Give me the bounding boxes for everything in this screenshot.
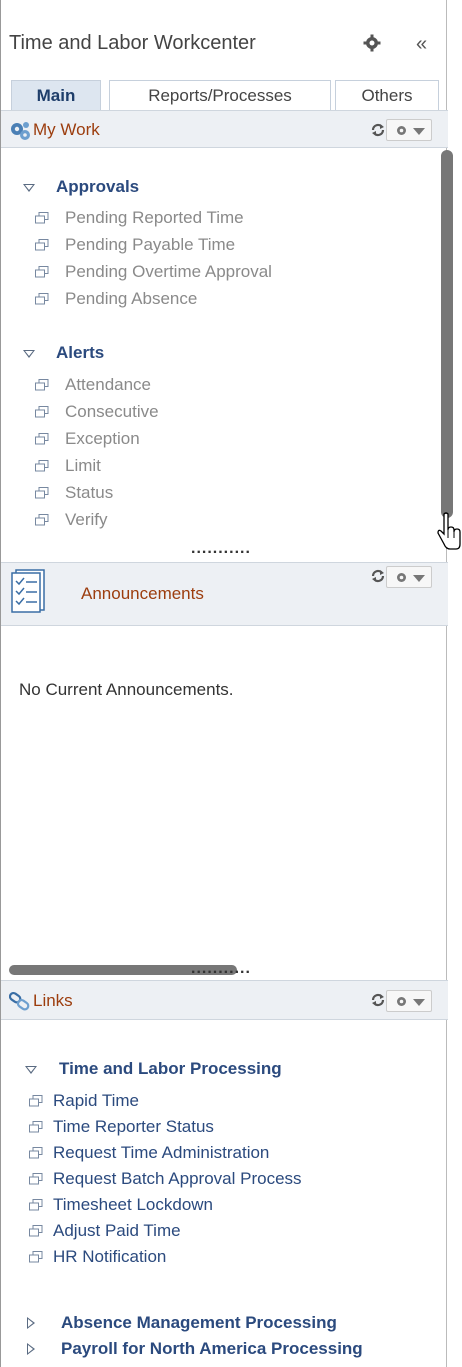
link-window-icon — [35, 212, 49, 224]
expand-triangle-icon[interactable] — [25, 1066, 37, 1074]
refresh-icon[interactable] — [371, 123, 385, 137]
link-window-icon — [35, 406, 49, 418]
gear-icon — [397, 573, 406, 582]
link-window-icon — [29, 1199, 43, 1211]
links-title: Links — [33, 991, 73, 1010]
my-work-title: My Work — [33, 120, 100, 139]
link-window-icon — [35, 266, 49, 278]
link-window-icon — [35, 487, 49, 499]
no-announcements-text: No Current Announcements. — [19, 680, 234, 699]
collapsed-triangle-icon[interactable] — [27, 1317, 35, 1329]
announcements-options-button[interactable] — [386, 566, 432, 588]
hand-cursor-icon — [437, 512, 461, 550]
expand-triangle-icon[interactable] — [23, 350, 35, 358]
link-window-icon — [29, 1095, 43, 1107]
chevron-down-icon — [413, 999, 425, 1006]
gear-icon[interactable] — [363, 34, 381, 52]
checklist-icon — [11, 569, 45, 613]
tree-group-payroll-for-north-america-processing[interactable]: Payroll for North America Processing — [61, 1339, 363, 1359]
link-window-icon — [29, 1121, 43, 1133]
gear-icon — [397, 126, 406, 135]
link-window-icon — [29, 1225, 43, 1237]
refresh-icon[interactable] — [371, 993, 385, 1007]
link-window-icon — [35, 433, 49, 445]
workcenter-title: Time and Labor Workcenter — [9, 32, 256, 54]
tab-others[interactable]: Others — [335, 80, 439, 110]
collapsed-triangle-icon[interactable] — [27, 1343, 35, 1355]
my-work-pagelet-header: My Work — [1, 110, 448, 148]
announcements-pagelet-header: Announcements — [1, 562, 448, 626]
refresh-icon[interactable] — [371, 569, 385, 583]
workcenter-panel: Time and Labor Workcenter « Main Reports… — [0, 0, 453, 1367]
link-window-icon — [35, 514, 49, 526]
announcements-title: Announcements — [81, 584, 204, 603]
link-window-icon — [29, 1173, 43, 1185]
chain-link-icon — [9, 991, 30, 1011]
gear-icon — [397, 997, 406, 1006]
chevron-down-icon — [413, 575, 425, 582]
link-window-icon — [35, 239, 49, 251]
tree-group-time-and-labor-processing[interactable]: Time and Labor Processing — [59, 1059, 282, 1079]
links-pagelet-header: Links — [1, 980, 448, 1020]
links-options-button[interactable] — [386, 990, 432, 1012]
tree-group-absence-management-processing[interactable]: Absence Management Processing — [61, 1313, 337, 1333]
workcenter-header: Time and Labor Workcenter « — [1, 0, 448, 86]
link-window-icon — [29, 1251, 43, 1263]
link-window-icon — [35, 460, 49, 472]
link-window-icon — [35, 379, 49, 391]
tree-group-approvals[interactable]: Approvals — [56, 177, 139, 197]
link-window-icon — [35, 293, 49, 305]
expand-triangle-icon[interactable] — [23, 184, 35, 192]
tab-main[interactable]: Main — [11, 80, 101, 110]
resize-handle[interactable]: ........... — [191, 960, 251, 978]
chevron-down-icon — [413, 128, 425, 135]
my-work-options-button[interactable] — [386, 119, 432, 141]
gears-icon — [11, 122, 30, 140]
link-window-icon — [29, 1147, 43, 1159]
vertical-scrollbar[interactable] — [441, 150, 453, 518]
tree-group-alerts[interactable]: Alerts — [56, 343, 104, 363]
tab-reports-processes[interactable]: Reports/Processes — [109, 80, 331, 110]
resize-handle[interactable]: ........... — [191, 540, 251, 558]
collapse-panel-button[interactable]: « — [416, 33, 427, 56]
